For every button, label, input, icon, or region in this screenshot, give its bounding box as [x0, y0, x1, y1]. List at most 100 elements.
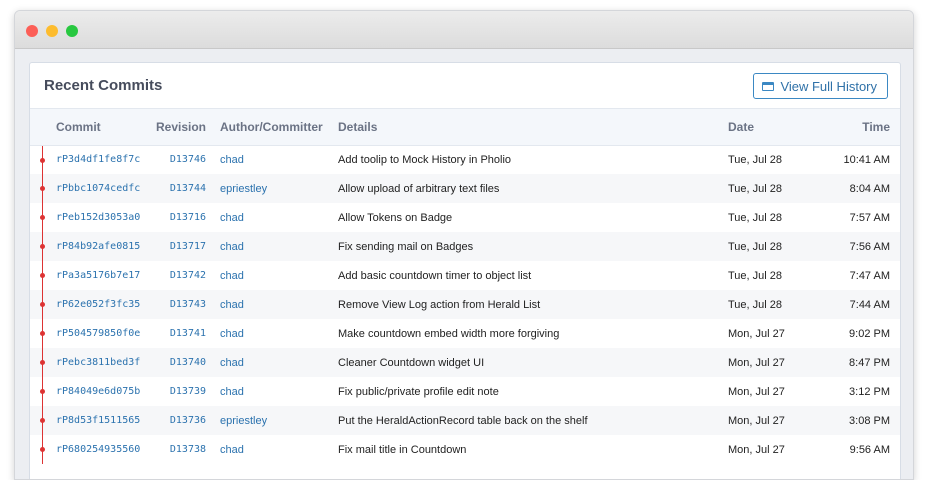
- commit-link[interactable]: rPbbc1074cedfc: [56, 174, 156, 203]
- commit-graph: [30, 319, 56, 348]
- commit-date: Tue, Jul 28: [728, 290, 808, 319]
- commit-time: 7:56 AM: [808, 232, 900, 261]
- table-row: rP62e052f3fc35 D13743 chad Remove View L…: [30, 290, 900, 319]
- commits-table: Commit Revision Author/Committer Details…: [30, 109, 900, 464]
- commit-graph: [30, 348, 56, 377]
- author-link[interactable]: epriestley: [220, 174, 339, 203]
- date-header[interactable]: Date: [728, 109, 808, 146]
- commit-time: 7:57 AM: [849, 211, 890, 224]
- details-header[interactable]: Details: [338, 109, 728, 146]
- table-row: rP680254935560 D13738 chad Fix mail titl…: [30, 435, 900, 464]
- table-row: rP84049e6d075b D13739 chad Fix public/pr…: [30, 377, 900, 406]
- commit-link[interactable]: rP504579850f0e: [56, 319, 156, 348]
- revision-link[interactable]: D13740: [156, 348, 221, 377]
- commit-date: Mon, Jul 27: [728, 327, 785, 340]
- graph-header: [30, 109, 56, 146]
- commit-node-icon: [40, 273, 45, 278]
- commit-graph: [30, 203, 56, 232]
- commit-graph: [30, 435, 56, 464]
- commit-graph: [30, 290, 56, 319]
- commit-date: Mon, Jul 27: [728, 406, 808, 435]
- revision-link[interactable]: D13739: [156, 377, 220, 406]
- maximize-window-button[interactable]: [66, 25, 78, 37]
- commit-graph: [30, 232, 56, 261]
- commit-link[interactable]: rPeb152d3053a0: [56, 203, 156, 232]
- author-link[interactable]: chad: [220, 203, 338, 232]
- commit-link[interactable]: rP84049e6d075b: [56, 377, 156, 406]
- commit-link[interactable]: rP680254935560: [56, 435, 156, 464]
- commit-node-icon: [40, 244, 45, 249]
- author-link[interactable]: chad: [220, 377, 338, 406]
- commit-time: 8:04 AM: [808, 174, 900, 203]
- app-window: Recent Commits View Full History Commit …: [14, 10, 914, 480]
- author-link[interactable]: epriestley: [220, 406, 339, 435]
- commit-date: Tue, Jul 28: [728, 174, 808, 203]
- revision-header[interactable]: Revision: [156, 109, 221, 146]
- author-link[interactable]: chad: [220, 145, 338, 174]
- table-row: rPeb152d3053a0 D13716 chad Allow Tokens …: [30, 203, 900, 232]
- revision-link[interactable]: D13743: [156, 290, 221, 319]
- table-row: rPbbc1074cedfc D13744 epriestley Allow u…: [30, 174, 900, 203]
- revision-link[interactable]: D13744: [156, 174, 221, 203]
- commit-link[interactable]: rP62e052f3fc35: [56, 290, 156, 319]
- revision-link[interactable]: D13717: [156, 232, 221, 261]
- commit-time: 9:02 PM: [849, 327, 890, 340]
- revision-link[interactable]: D13736: [156, 406, 221, 435]
- close-window-button[interactable]: [26, 25, 38, 37]
- commit-header[interactable]: Commit: [56, 109, 156, 146]
- table-row: rPebc3811bed3f D13740 chad Cleaner Count…: [30, 348, 900, 377]
- minimize-window-button[interactable]: [46, 25, 58, 37]
- commit-date: Tue, Jul 28: [728, 269, 783, 282]
- commit-node-icon: [40, 360, 45, 365]
- revision-link[interactable]: D13742: [156, 261, 220, 290]
- author-link[interactable]: chad: [220, 435, 338, 464]
- commit-graph: [30, 261, 56, 290]
- commit-graph: [30, 174, 56, 203]
- commit-link[interactable]: rPebc3811bed3f: [56, 348, 156, 377]
- commit-graph: [30, 377, 56, 406]
- commit-link[interactable]: rPa3a5176b7e17: [56, 261, 156, 290]
- author-link[interactable]: chad: [220, 290, 339, 319]
- commit-details: Add basic countdown timer to object list: [338, 269, 532, 282]
- commit-link[interactable]: rP8d53f1511565: [56, 406, 156, 435]
- commit-date: Tue, Jul 28: [728, 211, 783, 224]
- author-link[interactable]: chad: [220, 348, 339, 377]
- commit-details: Fix sending mail on Badges: [338, 232, 728, 261]
- title-bar: [15, 11, 913, 49]
- commit-date: Mon, Jul 27: [728, 348, 808, 377]
- revision-link[interactable]: D13741: [156, 319, 220, 348]
- commit-time: 7:47 AM: [849, 269, 890, 282]
- commit-date: Mon, Jul 27: [728, 385, 785, 398]
- revision-link[interactable]: D13738: [156, 435, 220, 464]
- view-full-history-button[interactable]: View Full History: [753, 73, 888, 99]
- revision-link[interactable]: D13716: [156, 203, 220, 232]
- commit-details: Cleaner Countdown widget UI: [338, 348, 728, 377]
- commit-details: Allow Tokens on Badge: [338, 211, 453, 224]
- time-header[interactable]: Time: [808, 109, 900, 146]
- author-header[interactable]: Author/Committer: [220, 109, 339, 146]
- recent-commits-panel: Recent Commits View Full History Commit …: [29, 62, 901, 479]
- panel-header: Recent Commits View Full History: [30, 63, 900, 109]
- author-link[interactable]: chad: [220, 261, 338, 290]
- commit-node-icon: [40, 186, 45, 191]
- author-link[interactable]: chad: [220, 319, 338, 348]
- table-row: rP8d53f1511565 D13736 epriestley Put the…: [30, 406, 900, 435]
- commit-time: 3:08 PM: [808, 406, 900, 435]
- commit-link[interactable]: rP84b92afe0815: [56, 232, 156, 261]
- revision-link[interactable]: D13746: [156, 145, 220, 174]
- table-row: rPa3a5176b7e17 D13742 chad Add basic cou…: [30, 261, 900, 290]
- table-row: rP84b92afe0815 D13717 chad Fix sending m…: [30, 232, 900, 261]
- commit-time: 7:44 AM: [808, 290, 900, 319]
- commit-graph: [30, 145, 56, 174]
- author-link[interactable]: chad: [220, 232, 339, 261]
- commit-date: Mon, Jul 27: [728, 443, 785, 456]
- commit-time: 10:41 AM: [843, 153, 890, 166]
- table-row: rP3d4df1fe8f7c D13746 chad Add toolip to…: [30, 145, 900, 174]
- commit-details: Make countdown embed width more forgivin…: [338, 327, 560, 340]
- view-full-history-label: View Full History: [780, 78, 877, 94]
- commit-node-icon: [40, 215, 45, 220]
- commit-time: 3:12 PM: [849, 385, 890, 398]
- commit-link[interactable]: rP3d4df1fe8f7c: [56, 145, 156, 174]
- commit-node-icon: [40, 418, 45, 423]
- commit-node-icon: [40, 447, 45, 452]
